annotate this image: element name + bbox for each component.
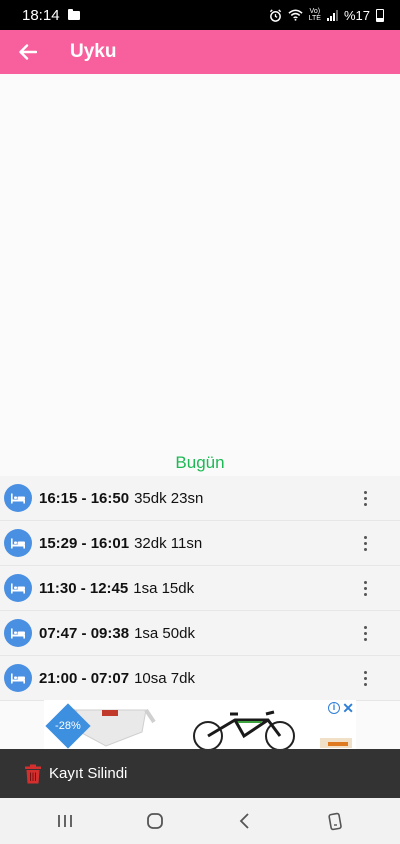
sleep-entry[interactable]: 11:30 - 12:45 1sa 15dk: [0, 566, 400, 611]
more-vert-icon[interactable]: [350, 663, 380, 693]
recents-button[interactable]: [45, 801, 85, 841]
bed-icon: [4, 484, 32, 512]
status-icons: Vo) LTE %17: [269, 8, 384, 23]
snackbar: Kayıt Silindi: [0, 749, 400, 798]
sleep-chart-area: [0, 74, 400, 450]
recents-icon: [58, 815, 72, 827]
bed-icon: [4, 619, 32, 647]
home-icon: [147, 813, 163, 829]
sleep-time-range: 16:15 - 16:50: [39, 489, 130, 507]
navigation-bar: [0, 798, 400, 844]
chevron-left-icon: [239, 813, 249, 829]
more-vert-icon[interactable]: [350, 573, 380, 603]
ad-info-icon[interactable]: i: [328, 702, 340, 714]
arrow-left-icon: [19, 44, 37, 60]
sleep-entry[interactable]: 15:29 - 16:01 32dk 11sn: [0, 521, 400, 566]
more-vert-icon[interactable]: [350, 528, 380, 558]
more-vert-icon[interactable]: [350, 483, 380, 513]
home-button[interactable]: [135, 801, 175, 841]
battery-percent: %17: [343, 7, 370, 23]
app-bar: Uyku: [0, 30, 400, 74]
ad-product-image[interactable]: [180, 702, 310, 750]
status-time: 18:14: [22, 6, 60, 24]
sleep-duration: 32dk 11sn: [134, 534, 203, 552]
sleep-duration: 1sa 15dk: [133, 579, 195, 597]
back-button[interactable]: [0, 30, 56, 74]
sleep-time-range: 15:29 - 16:01: [39, 534, 130, 552]
sleep-duration: 10sa 7dk: [134, 669, 195, 687]
snackbar-message: Kayıt Silindi: [49, 765, 128, 782]
rotate-screen-icon: [328, 812, 342, 831]
ad-close-icon[interactable]: ✕: [342, 700, 354, 717]
bed-icon: [4, 529, 32, 557]
sleep-time-range: 21:00 - 07:07: [39, 669, 130, 687]
section-header-today: Bugün: [175, 453, 225, 472]
back-nav-button[interactable]: [225, 801, 265, 841]
folder-icon: [67, 8, 80, 20]
trash-icon: [25, 764, 41, 783]
sleep-entry[interactable]: 16:15 - 16:50 35dk 23sn: [0, 476, 400, 521]
status-bar: 18:14 Vo) LTE %17: [0, 0, 400, 30]
alarm-icon: [269, 8, 281, 22]
bed-icon: [4, 574, 32, 602]
sleep-duration: 35dk 23sn: [134, 489, 204, 507]
sleep-time-range: 07:47 - 09:38: [39, 624, 130, 642]
ad-product-image[interactable]: -28%: [45, 702, 176, 750]
bed-icon: [4, 664, 32, 692]
sleep-list: 16:15 - 16:50 35dk 23sn 15:29 - 16:01 32…: [0, 476, 400, 701]
sleep-duration: 1sa 50dk: [134, 624, 195, 642]
rotate-button[interactable]: [315, 801, 355, 841]
signal-icon: [326, 9, 338, 21]
ad-banner[interactable]: -28% i ✕: [44, 700, 356, 750]
more-vert-icon[interactable]: [350, 618, 380, 648]
volte-icon: Vo) LTE: [308, 8, 321, 22]
sleep-time-range: 11:30 - 12:45: [39, 579, 129, 597]
sleep-entry[interactable]: 07:47 - 09:38 1sa 50dk: [0, 611, 400, 656]
sleep-entry[interactable]: 21:00 - 07:07 10sa 7dk: [0, 656, 400, 701]
battery-icon: [376, 8, 384, 22]
page-title: Uyku: [70, 41, 117, 62]
wifi-icon: [288, 9, 303, 21]
